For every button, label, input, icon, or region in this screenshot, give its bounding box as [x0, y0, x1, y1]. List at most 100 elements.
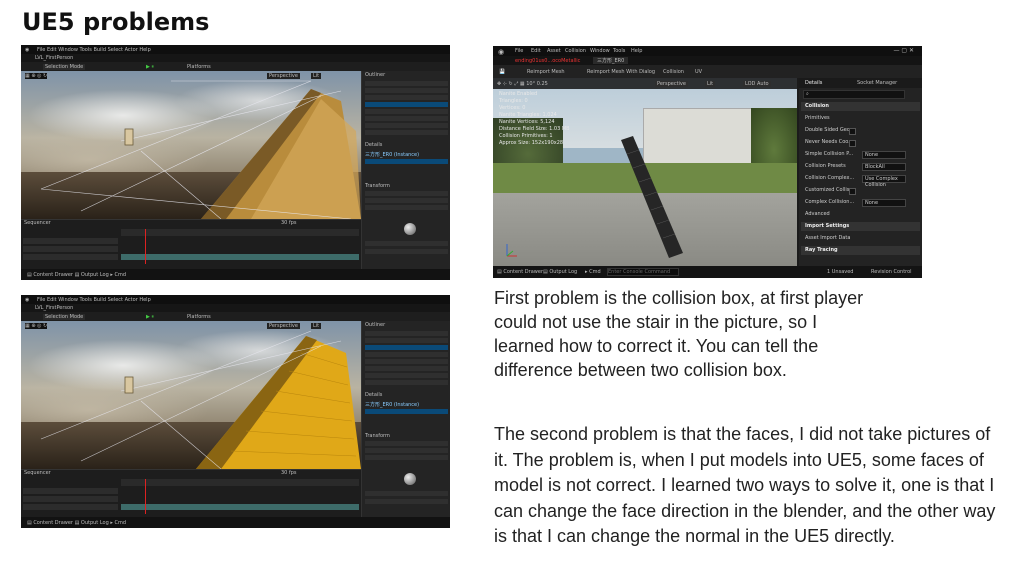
transform-track[interactable]	[121, 254, 359, 260]
save-icon[interactable]: 💾	[499, 69, 505, 75]
selection-mode-dropdown[interactable]: Selection Mode	[43, 64, 86, 70]
viewport-toolbar: ✥ ⊹ ↻ ⤢ ▦ 10° 0.25 Perspective Lit LOD A…	[493, 78, 797, 89]
outliner-panel: Outliner	[361, 71, 450, 141]
property-dropdown[interactable]: Use Complex Collision	[862, 175, 906, 188]
status-bar: ▤ Content Drawer ▤ Output Log ▸ Cmd	[21, 517, 450, 528]
static-mesh-editor-screenshot: ◉ File Edit Asset Collision Window Tools…	[493, 46, 922, 278]
axis-gizmo	[506, 244, 517, 257]
paragraph-faces: The second problem is that the faces, I …	[494, 424, 996, 546]
details-section-header[interactable]: Import Settings	[801, 222, 920, 231]
ue-logo: ◉	[25, 297, 30, 303]
cmd-dropdown[interactable]: ▸ Cmd	[585, 269, 601, 275]
lit-button[interactable]: Lit	[311, 73, 322, 79]
details-panel: Details 三方形_ER0 (Instance) Transform	[361, 391, 450, 517]
stat-line: Distance Field Size: 1.03 MB	[499, 126, 570, 132]
tab-material[interactable]: ending01us0...ocoMetallic	[515, 58, 580, 64]
details-property-row[interactable]: Never Needs Coo...	[801, 138, 920, 147]
perspective-button[interactable]: Perspective	[655, 81, 688, 87]
socket-manager-tab[interactable]: Socket Manager	[857, 80, 897, 86]
details-section-header[interactable]: Ray Tracing	[801, 246, 920, 255]
details-section-header[interactable]: Collision	[801, 102, 920, 111]
status-bar: ▤ Content Drawer ▤ Output Log ▸ Cmd	[21, 269, 450, 280]
material-thumbnail[interactable]	[404, 473, 416, 485]
sequencer-panel: Sequencer 30 fps	[21, 219, 361, 270]
details-panel: Details Socket Manager ⌕ Collision Primit…	[799, 78, 922, 266]
mesh-viewport[interactable]: ✥ ⊹ ↻ ⤢ ▦ 10° 0.25 Perspective Lit LOD A…	[493, 78, 797, 266]
stair-scene	[40, 80, 361, 219]
lod-dropdown[interactable]: LOD Auto	[743, 81, 771, 87]
transform-tools-icon[interactable]: ✥ ⊹ ↻ ⤢ ▦ 10° 0.25	[497, 81, 548, 87]
perspective-button[interactable]: Perspective	[267, 323, 300, 329]
play-button[interactable]: ▶ ⏸	[146, 64, 154, 70]
reimport-mesh-button[interactable]: Reimport Mesh	[527, 69, 565, 75]
menu-bar: ◉ File Edit Window Tools Build Select Ac…	[21, 45, 450, 54]
mesh-toolbar: 💾 Reimport Mesh Reimport Mesh With Dialo…	[493, 65, 922, 78]
lantern	[124, 128, 134, 146]
level-editor-screenshot-before: ◉ File Edit Window Tools Build Select Ac…	[21, 45, 450, 280]
reimport-dialog-button[interactable]: Reimport Mesh With Dialog	[587, 69, 655, 75]
property-dropdown[interactable]: BlockAll	[862, 163, 906, 171]
uv-menu[interactable]: UV	[695, 69, 702, 75]
stat-line: Triangles: 0	[499, 98, 528, 104]
lit-button[interactable]: Lit	[705, 81, 716, 87]
stat-line: Vertices: 0	[499, 105, 526, 111]
asset-tabs: ending01us0...ocoMetallic 三方形_ER0	[493, 56, 922, 65]
property-checkbox[interactable]	[849, 128, 856, 135]
level-tab[interactable]: LVL_FirstPerson	[21, 304, 450, 312]
content-drawer-button[interactable]: ▤ Content Drawer	[497, 269, 543, 275]
details-property-row[interactable]: Advanced	[801, 210, 920, 219]
property-dropdown[interactable]: None	[862, 199, 906, 207]
details-tab[interactable]: Details	[805, 80, 822, 86]
viewport-toolbar: ▦ ⊕ ◎ ↻	[25, 73, 48, 79]
viewport[interactable]: ▦ ⊕ ◎ ↻ Perspective Lit	[21, 321, 361, 469]
level-editor-screenshot-after: ◉ File Edit Window Tools Build Select Ac…	[21, 295, 450, 528]
lit-button[interactable]: Lit	[311, 323, 322, 329]
unsaved-indicator[interactable]: 1 Unsaved	[827, 269, 853, 275]
window-controls[interactable]: — ▢ ✕	[893, 47, 914, 54]
console-input[interactable]: Enter Console Command	[607, 268, 679, 276]
stat-line: Collision Primitives: 1	[499, 133, 553, 139]
level-tab[interactable]: LVL_FirstPerson	[21, 54, 450, 62]
search-icon: ⌕	[806, 91, 809, 97]
menu-bar: ◉ File Edit Asset Collision Window Tools…	[493, 46, 922, 56]
stat-line: Nanite Triangles: 1,024	[499, 112, 557, 118]
transform-track[interactable]	[121, 504, 359, 510]
stat-line: Nanite Enabled	[499, 91, 538, 97]
details-property-row[interactable]: Customized Collis...	[801, 186, 920, 195]
playhead[interactable]	[145, 479, 146, 514]
property-checkbox[interactable]	[849, 188, 856, 195]
details-panel: Details 三方形_ER0 (Instance) Transform	[361, 141, 450, 269]
details-property-row[interactable]: Double Sided Geo...	[801, 126, 920, 135]
menu-bar: ◉ File Edit Window Tools Build Select Ac…	[21, 295, 450, 304]
bottom-bar: ▤ Content Drawer ▤ Output Log ▸ Cmd Ente…	[493, 266, 922, 278]
outliner-panel: Outliner	[361, 321, 450, 391]
main-toolbar: Selection Mode ▶ ⏸ Platforms	[21, 62, 450, 71]
revision-control-button[interactable]: Revision Control	[871, 269, 912, 275]
tab-static-mesh[interactable]: 三方形_ER0	[593, 57, 629, 64]
ue-logo: ◉	[25, 47, 30, 53]
playhead[interactable]	[145, 229, 146, 264]
details-property-row[interactable]: Asset Import Data	[801, 234, 920, 243]
output-log-button[interactable]: ▤ Output Log	[543, 269, 577, 275]
property-dropdown[interactable]: None	[862, 151, 906, 159]
page-title: UE5 problems	[22, 8, 210, 36]
material-thumbnail[interactable]	[404, 223, 416, 235]
property-checkbox[interactable]	[849, 140, 856, 147]
perspective-button[interactable]: Perspective	[267, 73, 300, 79]
details-property-row[interactable]: Primitives	[801, 114, 920, 123]
collision-menu[interactable]: Collision	[663, 69, 684, 75]
platforms-dropdown[interactable]: Platforms	[187, 314, 211, 320]
selection-mode-dropdown[interactable]: Selection Mode	[43, 314, 86, 320]
stat-line: Nanite Vertices: 5,124	[499, 119, 555, 125]
outliner-row-selected[interactable]	[365, 345, 448, 350]
paragraph-collision: First problem is the collision box, at f…	[494, 288, 864, 380]
details-search-input[interactable]: ⌕	[803, 90, 905, 99]
viewport-toolbar: ▦ ⊕ ◎ ↻	[25, 323, 48, 329]
play-button[interactable]: ▶ ⏸	[146, 314, 154, 320]
lantern	[124, 376, 134, 394]
ue-logo: ◉	[498, 48, 505, 56]
stair-scene	[40, 330, 361, 469]
viewport[interactable]: ▦ ⊕ ◎ ↻ Perspective Lit	[21, 71, 361, 219]
platforms-dropdown[interactable]: Platforms	[187, 64, 211, 70]
outliner-row-selected[interactable]	[365, 102, 448, 107]
